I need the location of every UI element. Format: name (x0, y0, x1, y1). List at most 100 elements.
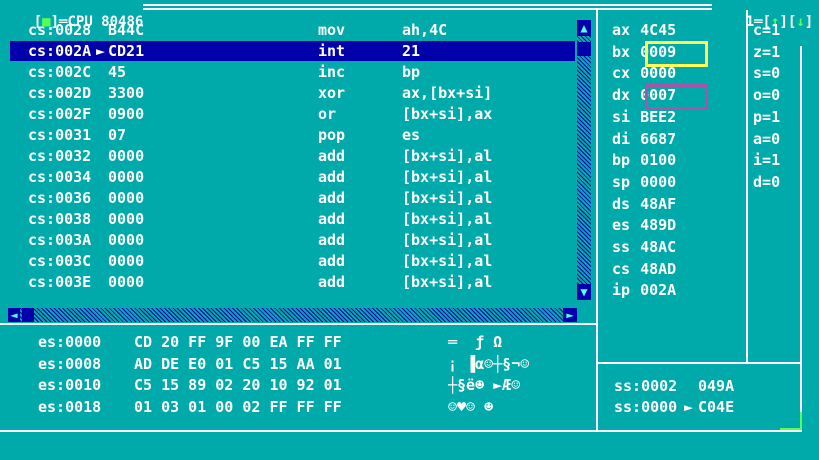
disasm-row[interactable]: cs:0034 0000 add [bx+si],al (10, 167, 575, 187)
current-ip-marker: ► (96, 42, 106, 60)
disasm-mnemonic: add (318, 147, 346, 165)
resize-corner-vertical[interactable] (800, 412, 802, 430)
disasm-row[interactable]: cs:002D 3300 xor ax,[bx+si] (10, 83, 575, 103)
register-value: 489D (640, 216, 677, 235)
disasm-mnemonic: add (318, 252, 346, 270)
disasm-mnemonic: add (318, 189, 346, 207)
restore-down-icon[interactable]: ↓ (796, 14, 804, 30)
register-es[interactable]: es 489D (612, 215, 676, 235)
register-value: 002A (640, 281, 677, 300)
register-cs[interactable]: cs 48AD (612, 259, 676, 279)
disasm-address: cs:0028 (28, 21, 92, 39)
register-name: ds (612, 194, 631, 213)
flag-z[interactable]: z=1 (753, 42, 780, 62)
disasm-row-selected[interactable]: cs:002A ► CD21 int 21 (10, 41, 575, 61)
disasm-operands: bp (402, 63, 421, 81)
dump-ascii: ═ ƒ Ω (448, 333, 503, 351)
register-di[interactable]: di 6687 (612, 129, 676, 149)
disasm-row[interactable]: cs:003E 0000 add [bx+si],al (10, 272, 575, 292)
flag-d[interactable]: d=0 (753, 172, 780, 192)
flag-equals: = (762, 151, 772, 170)
disasm-row[interactable]: cs:0038 0000 add [bx+si],al (10, 209, 575, 229)
disasm-operands: [bx+si],al (402, 273, 493, 291)
disasm-row[interactable]: cs:002C 45 inc bp (10, 62, 575, 82)
register-value: 6687 (640, 129, 677, 148)
register-name: ax (612, 21, 631, 39)
disasm-operands: [bx+si],al (402, 252, 493, 270)
disasm-row[interactable]: cs:0032 0000 add [bx+si],al (10, 146, 575, 166)
dump-address: es:0018 (38, 397, 102, 416)
register-name: bx (612, 42, 631, 61)
register-ax[interactable]: ax 4C45 (612, 20, 676, 40)
frame-right (800, 4, 802, 430)
register-name: si (612, 107, 631, 126)
register-name: bp (612, 151, 631, 170)
register-value: 0000 (640, 172, 677, 191)
register-name: cx (612, 64, 631, 83)
flag-equals: = (762, 107, 772, 126)
disasm-bytes: 45 (108, 63, 127, 81)
disasm-row[interactable]: cs:003A 0000 add [bx+si],al (10, 230, 575, 250)
disasm-bytes: 0000 (108, 210, 145, 228)
scroll-down-arrow-icon[interactable]: ▼ (577, 284, 591, 300)
disasm-mnemonic: inc (318, 63, 346, 81)
dump-address: es:0000 (38, 333, 102, 351)
register-value: 48AF (640, 194, 677, 213)
register-ss[interactable]: ss 48AC (612, 237, 676, 257)
flag-s[interactable]: s=0 (753, 63, 780, 83)
disasm-row[interactable]: cs:0028 B44C mov ah,4C (10, 20, 575, 40)
flag-name: c (753, 21, 763, 39)
stack-pointer-marker: ► (684, 398, 694, 416)
scroll-up-arrow-icon[interactable]: ▲ (577, 20, 591, 36)
disasm-operands: [bx+si],al (402, 147, 493, 165)
register-sp[interactable]: sp 0000 (612, 172, 676, 192)
disasm-operands: [bx+si],al (402, 168, 493, 186)
flag-name: s (753, 64, 763, 83)
register-bp[interactable]: bp 0100 (612, 150, 676, 170)
flag-equals: = (762, 172, 772, 191)
flag-value: 0 (771, 129, 781, 148)
scroll-thumb[interactable] (577, 42, 591, 56)
flag-a[interactable]: a=0 (753, 129, 780, 149)
stack-address: ss:0002 (614, 377, 678, 395)
disasm-address: cs:0036 (28, 189, 92, 207)
disasm-bytes: 0000 (108, 147, 145, 165)
flag-c[interactable]: c=1 (753, 20, 780, 40)
disasm-vertical-scrollbar[interactable] (577, 20, 591, 300)
separator-horizontal-right (598, 362, 800, 364)
flag-name: p (753, 107, 763, 126)
flag-value: 1 (771, 21, 781, 39)
disasm-mnemonic: or (318, 105, 337, 123)
disasm-address: cs:003E (28, 273, 92, 291)
flag-equals: = (762, 64, 772, 83)
zoom-bracket-right: ] (779, 14, 788, 30)
disasm-horizontal-scrollbar[interactable] (8, 308, 577, 322)
disasm-bytes: 0000 (108, 231, 145, 249)
register-ip[interactable]: ip 002A (612, 280, 676, 300)
resize-corner-horizontal[interactable] (780, 428, 802, 430)
register-name: di (612, 129, 631, 148)
disasm-row[interactable]: cs:0031 07 pop es (10, 125, 575, 145)
register-ds[interactable]: ds 48AF (612, 194, 676, 214)
register-name: cs (612, 259, 631, 278)
disasm-operands: [bx+si],al (402, 189, 493, 207)
frame-bottom (0, 430, 802, 432)
disasm-mnemonic: add (318, 210, 346, 228)
disasm-bytes: 0000 (108, 168, 145, 186)
dump-bytes: CD 20 FF 9F 00 EA FF FF (134, 333, 342, 351)
disasm-operands: [bx+si],al (402, 210, 493, 228)
disasm-address: cs:002D (28, 84, 92, 102)
scroll-left-arrow-icon[interactable]: ◄ (8, 308, 20, 322)
disasm-mnemonic: int (318, 42, 346, 60)
hscroll-thumb[interactable] (22, 308, 34, 322)
disasm-row[interactable]: cs:0036 0000 add [bx+si],al (10, 188, 575, 208)
disasm-address: cs:0031 (28, 126, 92, 144)
flag-o[interactable]: o=0 (753, 85, 780, 105)
flag-i[interactable]: i=1 (753, 150, 780, 170)
flag-value: 1 (771, 107, 781, 126)
disasm-row[interactable]: cs:002F 0900 or [bx+si],ax (10, 104, 575, 124)
flag-name: d (753, 172, 763, 191)
scroll-right-arrow-icon[interactable]: ► (563, 308, 577, 322)
disasm-row[interactable]: cs:003C 0000 add [bx+si],al (10, 251, 575, 271)
flag-p[interactable]: p=1 (753, 107, 780, 127)
